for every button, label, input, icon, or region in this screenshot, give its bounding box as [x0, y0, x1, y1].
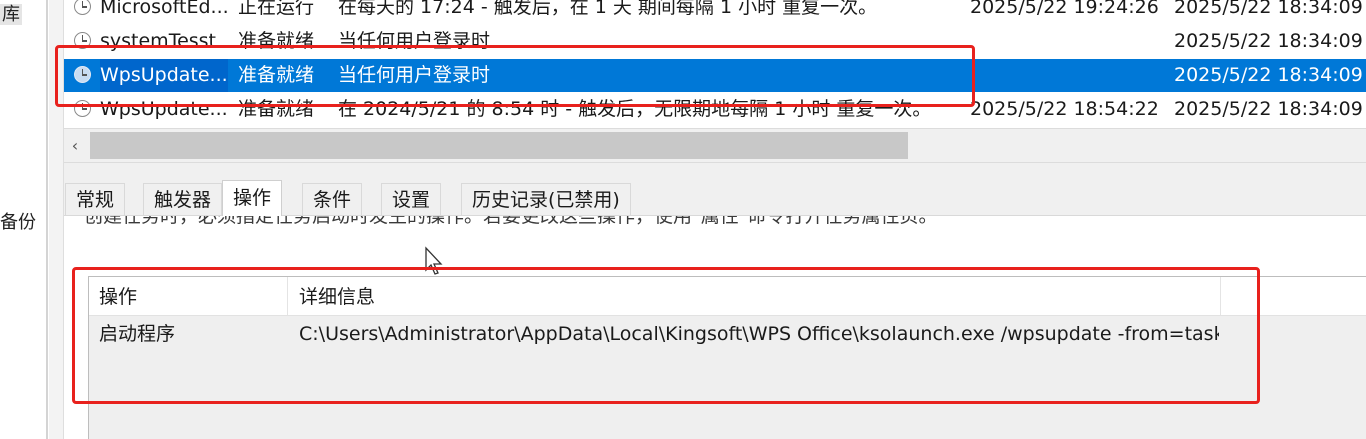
horizontal-scrollbar[interactable]: ‹ — [64, 128, 1366, 163]
task-last-run: 2025/5/22 18:34:09 — [1174, 30, 1363, 52]
left-navigation-pane: 库 备份 — [0, 0, 46, 439]
pane-splitter[interactable] — [46, 0, 48, 439]
tab-triggers[interactable]: 触发器 — [143, 183, 223, 215]
task-next-run — [970, 25, 1166, 58]
task-next-run — [970, 59, 1166, 92]
tab-history[interactable]: 历史记录(已禁用) — [461, 183, 631, 215]
tab-general[interactable]: 常规 — [65, 183, 126, 215]
clock-icon — [74, 0, 91, 15]
task-name: MicrosoftEd... — [100, 0, 229, 18]
panel-splitter[interactable] — [64, 163, 1366, 180]
nav-fragment-backup[interactable]: 备份 — [0, 208, 36, 234]
nav-fragment-library[interactable]: 库 — [0, 0, 22, 26]
task-trigger: 在每天的 17:24 - 触发后，在 1 天 期间每隔 1 小时 重复一次。 — [338, 0, 878, 18]
task-next-run: 2025/5/22 18:54:22 — [970, 98, 1159, 120]
tab-settings[interactable]: 设置 — [381, 183, 442, 215]
task-last-run: 2025/5/22 18:34:09 — [1174, 64, 1363, 86]
actions-description: 创建任务时，必须指定任务启动时发生的操作。若要更改这些操作，使用"属性"命令打开… — [84, 216, 938, 227]
tab-actions[interactable]: 操作 — [222, 180, 283, 216]
tab-conditions[interactable]: 条件 — [302, 183, 363, 215]
annotation-box-actions — [72, 267, 1260, 404]
task-next-run: 2025/5/22 19:24:26 — [970, 0, 1159, 18]
scrollbar-thumb[interactable] — [90, 132, 908, 159]
scroll-left-arrow-icon[interactable]: ‹ — [64, 129, 86, 162]
annotation-box-selected-task — [55, 45, 975, 107]
task-last-run: 2025/5/22 18:34:09 — [1174, 0, 1363, 18]
task-status: 正在运行 — [238, 0, 315, 18]
task-last-run: 2025/5/22 18:34:09 — [1174, 98, 1363, 120]
task-row[interactable]: MicrosoftEd... 正在运行 在每天的 17:24 - 触发后，在 1… — [64, 0, 1366, 24]
detail-tabs: 常规 触发器 操作 条件 设置 历史记录(已禁用) — [64, 180, 1366, 216]
